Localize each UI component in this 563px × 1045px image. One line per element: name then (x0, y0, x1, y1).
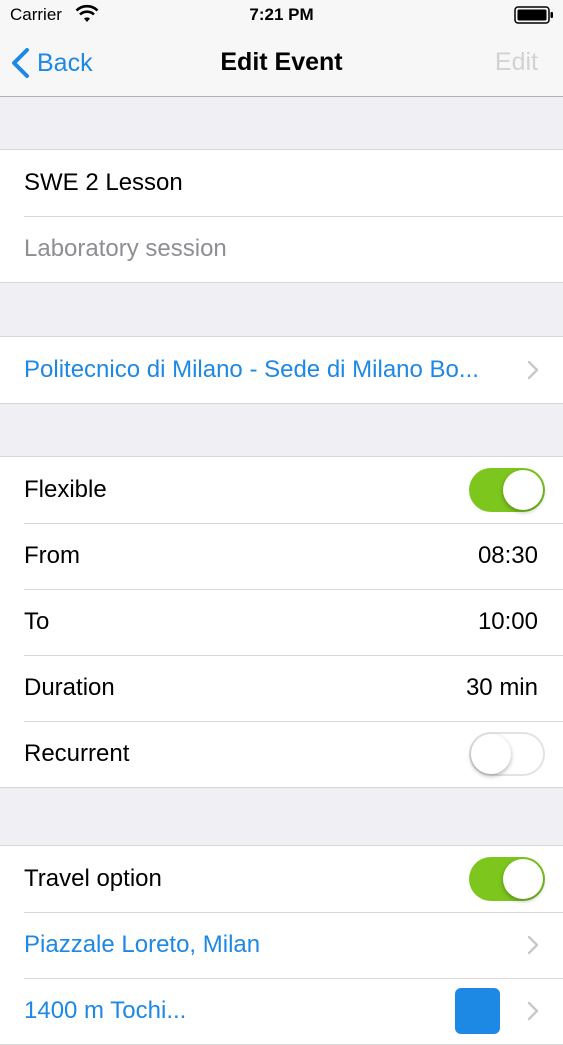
battery-icon (514, 6, 553, 24)
location-group: Politecnico di Milano - Sede di Milano B… (0, 336, 563, 404)
event-description-field[interactable]: Laboratory session (24, 216, 227, 282)
location-label: Politecnico di Milano - Sede di Milano B… (24, 356, 479, 383)
from-value[interactable]: 08:30 (478, 523, 538, 589)
flexible-label: Flexible (24, 476, 107, 503)
to-value[interactable]: 10:00 (478, 589, 538, 655)
duration-row[interactable]: Duration 30 min (0, 655, 563, 721)
travel-origin-row[interactable]: Piazzale Loreto, Milan (0, 912, 563, 978)
page-title: Edit Event (220, 48, 343, 76)
chevron-right-icon (527, 360, 539, 380)
from-label: From (24, 542, 80, 569)
travel-option-label: Travel option (24, 865, 162, 892)
travel-option-toggle[interactable] (469, 857, 545, 901)
travel-mode-row[interactable]: 1400 m Tochi... (0, 978, 563, 1044)
recurrent-label: Recurrent (24, 740, 130, 767)
travel-option-row: Travel option (0, 846, 563, 912)
flexible-row: Flexible (0, 457, 563, 523)
duration-label: Duration (24, 674, 115, 701)
toggle-knob (471, 734, 511, 774)
chevron-right-icon (527, 1001, 539, 1021)
recurrent-row: Recurrent (0, 721, 563, 787)
to-label: To (24, 608, 50, 635)
recurrent-toggle[interactable] (469, 732, 545, 776)
navigation-bar: Back Edit Event Edit (0, 30, 563, 97)
from-row[interactable]: From 08:30 (0, 523, 563, 589)
edit-button[interactable]: Edit (495, 48, 538, 77)
event-details-group: SWE 2 Lesson Laboratory session (0, 149, 563, 283)
chevron-right-icon (527, 935, 539, 955)
flexible-toggle[interactable] (469, 468, 545, 512)
to-row[interactable]: To 10:00 (0, 589, 563, 655)
location-row[interactable]: Politecnico di Milano - Sede di Milano B… (0, 337, 563, 403)
toggle-knob (503, 859, 543, 899)
status-bar: Carrier 7:21 PM (0, 0, 563, 30)
event-title-row[interactable]: SWE 2 Lesson (0, 150, 563, 216)
color-swatch[interactable] (455, 988, 500, 1034)
event-description-row[interactable]: Laboratory session (0, 216, 563, 282)
schedule-group: Flexible From 08:30 To 10:00 Duration 30… (0, 456, 563, 788)
travel-mode-label: 1400 m Tochi... (24, 997, 187, 1024)
status-time: 7:21 PM (249, 5, 314, 24)
travel-group: Travel option Piazzale Loreto, Milan 140… (0, 845, 563, 1045)
duration-value[interactable]: 30 min (466, 655, 538, 721)
event-title-field[interactable]: SWE 2 Lesson (24, 150, 183, 216)
travel-origin-label: Piazzale Loreto, Milan (24, 931, 261, 958)
toggle-knob (503, 470, 543, 510)
